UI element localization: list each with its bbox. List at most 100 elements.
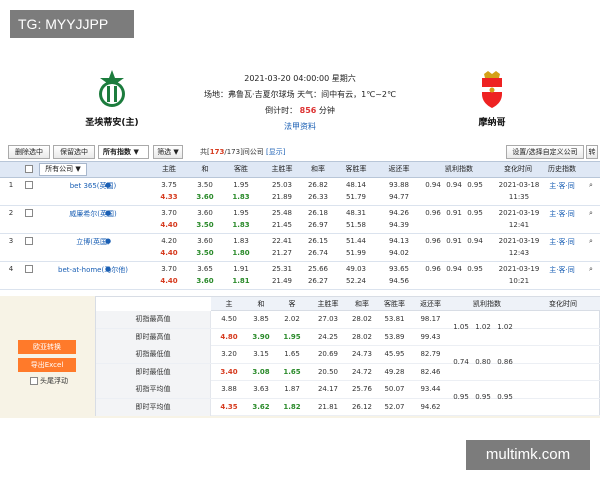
company-name: bet 365(英国) <box>69 182 117 190</box>
change-time: 10:21 <box>508 277 530 285</box>
summary-label: 即时最高值 <box>96 328 211 346</box>
search-icon[interactable]: ⌕ <box>586 209 596 220</box>
company-info-icon[interactable]: ● <box>103 265 113 276</box>
table-header: 所有公司 ▼ 主胜 和 客胜 主胜率 和率 客胜率 返还率 凯利指数 变化时间 … <box>0 161 600 178</box>
summary-value: 20.69 <box>317 350 339 358</box>
switch-button[interactable]: 转 <box>586 145 598 159</box>
summary-value: 3.85 <box>253 315 269 323</box>
summary-value: 1.87 <box>284 385 300 393</box>
change-time: 12:43 <box>508 249 530 257</box>
show-link[interactable]: [显示] <box>266 148 285 156</box>
filter-button[interactable]: 筛选 ▼ <box>153 145 183 159</box>
summary-kelly-value: 0.86 <box>497 358 513 366</box>
keep-selected-button[interactable]: 保留选中 <box>53 145 95 159</box>
summary-value: 2.02 <box>284 315 300 323</box>
index-select[interactable]: 所有指数 ▼ <box>98 145 149 159</box>
league-link[interactable]: 法甲资料 <box>190 119 410 135</box>
summary-value: 98.17 <box>420 315 441 323</box>
kelly-draw: 0.94 <box>446 181 462 189</box>
history-links: 主·客·同 <box>549 182 575 190</box>
return-now: 94.56 <box>388 277 410 285</box>
current-draw: 3.60 <box>196 277 214 285</box>
away-team[interactable]: 摩纳哥 <box>462 69 522 128</box>
company-info-icon[interactable]: ● <box>103 209 113 220</box>
summary-value: 25.76 <box>351 385 373 393</box>
return-now: 94.77 <box>388 193 410 201</box>
change-date: 2021-03-19 <box>498 209 540 217</box>
company-info-icon[interactable]: ● <box>103 237 113 248</box>
search-icon[interactable]: ⌕ <box>586 237 596 248</box>
home-rate-now: 21.27 <box>271 249 293 257</box>
delete-selected-button[interactable]: 删除选中 <box>8 145 50 159</box>
change-date: 2021-03-19 <box>498 237 540 245</box>
opening-away: 1.95 <box>233 209 249 217</box>
match-datetime: 2021-03-20 04:00:00 星期六 <box>244 74 356 83</box>
current-home: 4.33 <box>160 193 178 201</box>
summary-value: 49.28 <box>384 367 405 376</box>
opening-home: 4.20 <box>161 237 177 245</box>
summary-value: 50.07 <box>384 385 405 393</box>
kelly-draw: 0.91 <box>446 237 462 245</box>
float-toggle[interactable]: 头尾浮动 <box>30 376 68 386</box>
table-row[interactable]: 2 威廉希尔(英国) ● 3.70 3.60 1.95 4.40 3.50 1.83 25.48 2… <box>0 206 600 234</box>
away-rate-open: 51.44 <box>345 237 367 245</box>
company-counter: 共[173/173]间公司 [显示] <box>200 147 286 157</box>
match-venue: 场地：弗鲁瓦·吉夏尔球场 天气：间中有云，1℃~2℃ <box>204 90 396 99</box>
search-icon[interactable]: ⌕ <box>586 265 596 276</box>
summary-value: 4.35 <box>220 402 238 411</box>
summary-label: 初指最低值 <box>96 346 211 363</box>
summary-kelly-value: 0.80 <box>475 358 491 366</box>
summary-header-away: 客 <box>275 297 309 311</box>
row-number: 1 <box>8 181 14 189</box>
company-select[interactable]: 所有公司 ▼ <box>39 163 87 176</box>
summary-value: 53.81 <box>384 315 405 323</box>
summary-value: 3.62 <box>252 402 270 411</box>
history-links: 主·客·同 <box>549 238 575 246</box>
summary-value: 1.65 <box>284 350 300 358</box>
summary-value: 28.02 <box>351 315 373 323</box>
kelly-away: 0.95 <box>467 209 483 217</box>
draw-rate-open: 25.66 <box>307 265 329 273</box>
summary-value: 1.65 <box>283 367 301 376</box>
kelly-home: 0.96 <box>425 209 441 217</box>
summary-value: 3.20 <box>221 350 237 358</box>
return-open: 93.88 <box>388 181 410 189</box>
current-away: 1.83 <box>232 221 250 229</box>
row-checkbox[interactable] <box>25 265 33 276</box>
summary-label: 初指最高值 <box>96 311 211 328</box>
summary-value: 27.03 <box>317 315 339 323</box>
search-icon[interactable]: ⌕ <box>586 181 596 192</box>
summary-value: 3.63 <box>253 385 269 393</box>
settings-button[interactable]: 设置/选择自定义公司 <box>506 145 584 159</box>
float-checkbox[interactable] <box>30 377 38 385</box>
home-team[interactable]: 圣埃蒂安(主) <box>82 69 142 128</box>
row-checkbox[interactable] <box>25 181 33 192</box>
return-now: 94.02 <box>388 249 410 257</box>
kelly-home: 0.94 <box>425 181 441 189</box>
summary-row: 即时最低值 3.40 3.08 1.65 20.50 24.72 49.28 82.46 <box>96 363 600 381</box>
countdown-label: 倒计时： <box>265 106 298 115</box>
draw-rate-now: 26.27 <box>307 277 329 285</box>
convert-button[interactable]: 欧亚转换 <box>18 340 76 354</box>
row-checkbox[interactable] <box>25 209 33 220</box>
home-team-name: 圣埃蒂安(主) <box>85 118 139 128</box>
summary-label: 初指平均值 <box>96 381 211 398</box>
header-return: 返还率 <box>388 165 410 173</box>
table-row[interactable]: 3 立博(英国) ● 4.20 3.60 1.83 4.40 3.50 1.80 22.41 21.… <box>0 234 600 262</box>
away-rate-now: 51.58 <box>345 221 367 229</box>
summary-row: 初指最高值 4.50 3.85 2.02 27.03 28.02 53.81 98.17 <box>96 311 600 329</box>
summary-header-kelly: 凯利指数 <box>449 297 525 311</box>
row-checkbox[interactable] <box>25 237 33 248</box>
summary-kelly-value: 1.05 <box>453 323 469 331</box>
current-draw: 3.50 <box>196 221 214 229</box>
current-home: 4.40 <box>160 249 178 257</box>
table-row[interactable]: 1 bet 365(英国) ● 3.75 3.50 1.95 4.33 3.60 1.83 25.… <box>0 178 600 206</box>
kelly-away: 0.94 <box>467 237 483 245</box>
away-rate-now: 52.24 <box>345 277 367 285</box>
header-history: 历史指数 <box>548 165 576 173</box>
export-button[interactable]: 导出Excel <box>18 358 76 372</box>
summary-value: 24.72 <box>351 367 373 376</box>
change-date: 2021-03-18 <box>498 181 540 189</box>
table-row[interactable]: 4 bet-at-home(马尔他) ● 3.70 3.65 1.91 4.40 3.60 1.… <box>0 262 600 290</box>
company-info-icon[interactable]: ● <box>103 181 113 192</box>
